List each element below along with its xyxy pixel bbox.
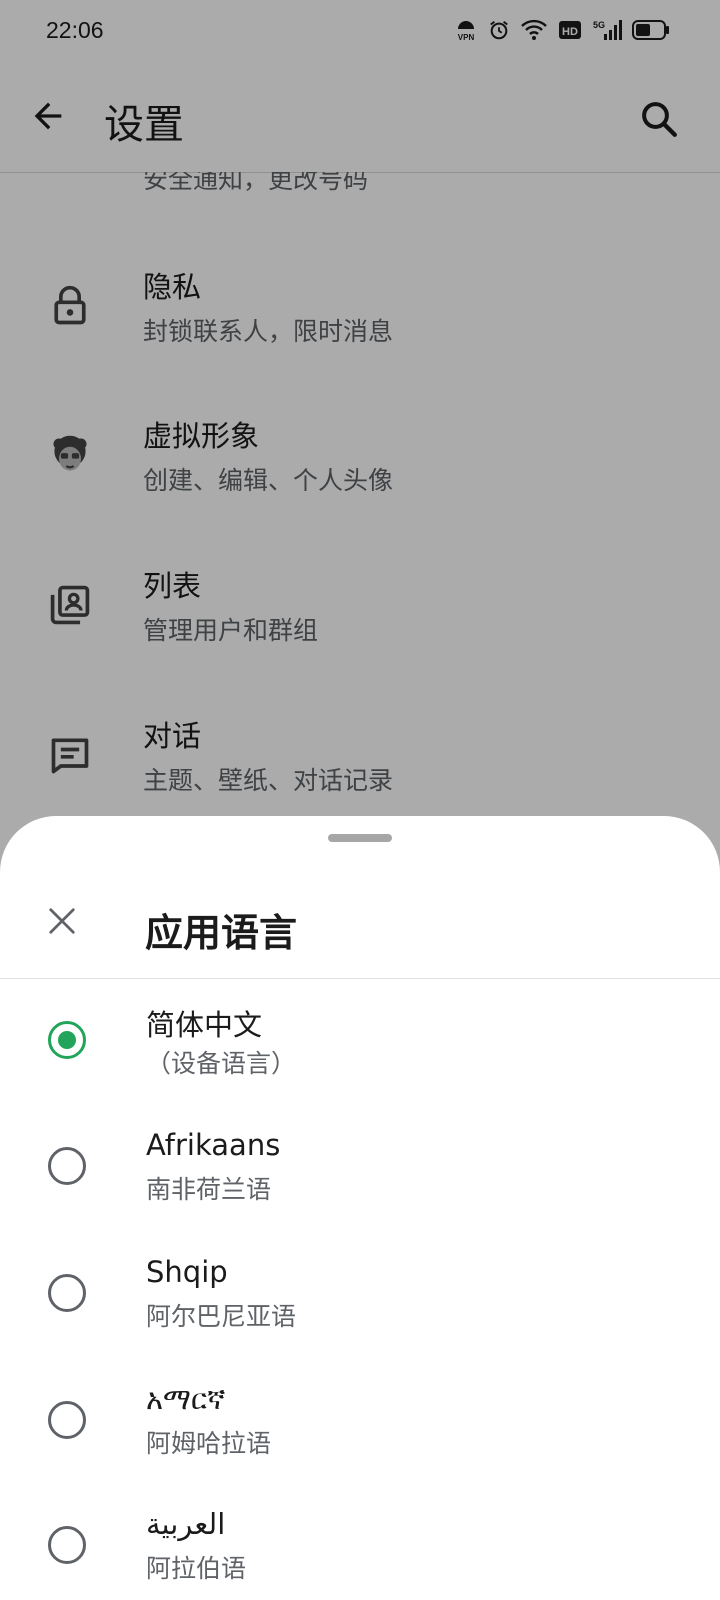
language-option-afrikaans[interactable]: Afrikaans 南非荷兰语 bbox=[0, 1104, 720, 1230]
language-native-name: العربية bbox=[146, 1507, 226, 1541]
language-option-arabic[interactable]: العربية 阿拉伯语 bbox=[0, 1483, 720, 1600]
language-translated-name: 阿尔巴尼亚语 bbox=[146, 1302, 297, 1331]
radio-button-selected[interactable] bbox=[48, 1021, 86, 1059]
radio-button[interactable] bbox=[48, 1274, 86, 1312]
radio-button[interactable] bbox=[48, 1147, 86, 1185]
close-icon[interactable] bbox=[47, 906, 77, 936]
screen: 22:06 VPN HD 5G 设置 安全通知，更改号码 隐私 封锁联系人，限时… bbox=[0, 0, 720, 1600]
language-bottom-sheet: 应用语言 简体中文 （设备语言） Afrikaans 南非荷兰语 Shqip 阿… bbox=[0, 816, 720, 1600]
language-translated-name: 阿拉伯语 bbox=[146, 1554, 247, 1583]
language-native-name: Shqip bbox=[146, 1255, 228, 1289]
language-native-name: Afrikaans bbox=[146, 1128, 281, 1162]
sheet-title: 应用语言 bbox=[145, 911, 298, 955]
language-option-albanian[interactable]: Shqip 阿尔巴尼亚语 bbox=[0, 1231, 720, 1357]
radio-button[interactable] bbox=[48, 1526, 86, 1564]
radio-button[interactable] bbox=[48, 1401, 86, 1439]
sheet-header: 应用语言 bbox=[0, 860, 720, 979]
drag-handle[interactable] bbox=[328, 834, 392, 842]
language-option-zh-hans[interactable]: 简体中文 （设备语言） bbox=[0, 978, 720, 1104]
language-option-amharic[interactable]: አማርኛ 阿姆哈拉语 bbox=[0, 1358, 720, 1484]
language-translated-name: （设备语言） bbox=[146, 1049, 297, 1078]
language-translated-name: 阿姆哈拉语 bbox=[146, 1429, 272, 1458]
language-translated-name: 南非荷兰语 bbox=[146, 1175, 272, 1204]
language-native-name: አማርኛ bbox=[146, 1382, 226, 1416]
language-native-name: 简体中文 bbox=[146, 1008, 263, 1042]
